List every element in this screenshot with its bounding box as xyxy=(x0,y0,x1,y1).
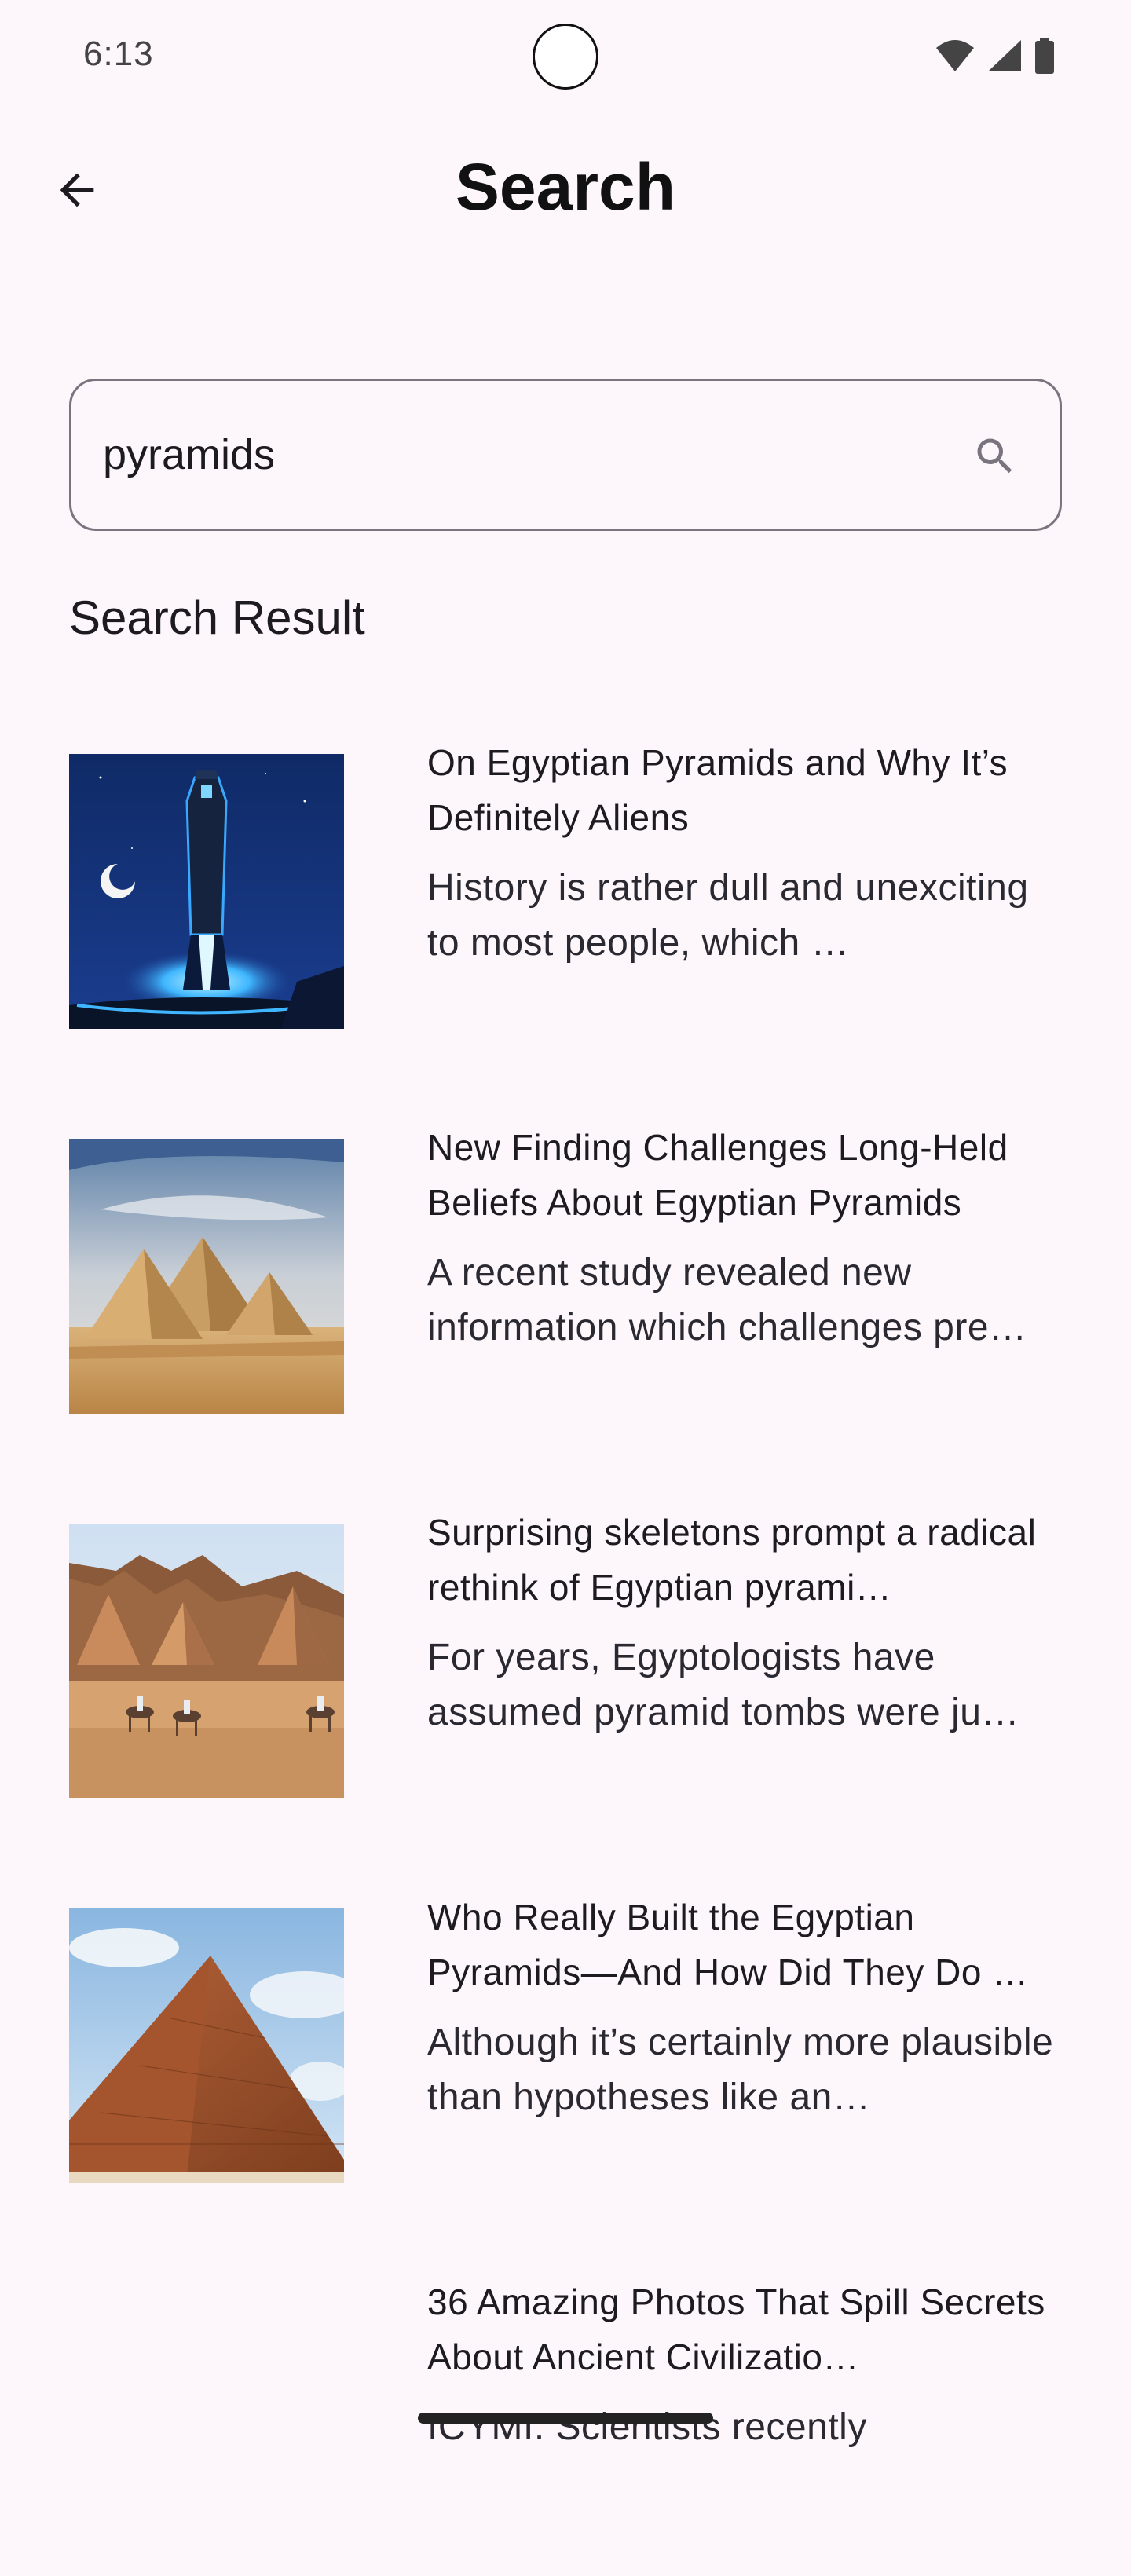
cellular-signal-icon xyxy=(988,40,1021,71)
camera-cutout xyxy=(533,24,598,90)
battery-icon xyxy=(1035,38,1054,74)
result-thumbnail xyxy=(69,1139,344,1414)
result-title: Who Really Built the Egyptian Pyramids—A… xyxy=(427,1897,1029,1992)
result-description: For years, Egyptologists have assumed py… xyxy=(427,1637,1019,1733)
result-thumbnail xyxy=(69,1524,344,1798)
obelisk-illustration xyxy=(69,754,344,1029)
giza-pyramids-image xyxy=(69,1139,344,1414)
meroe-pyramids-image xyxy=(69,1524,344,1798)
list-item[interactable]: On Egyptian Pyramids and Why It’s Defini… xyxy=(0,742,1131,1037)
result-description: Although it’s certainly more plausible t… xyxy=(427,2022,1054,2118)
status-bar: 6:13 xyxy=(0,0,1131,110)
result-title: Surprising skeletons prompt a radical re… xyxy=(427,1512,1037,1608)
search-field[interactable] xyxy=(69,379,1062,531)
list-item[interactable]: Who Really Built the Egyptian Pyramids—A… xyxy=(0,1897,1131,2191)
search-icon[interactable] xyxy=(972,433,1019,480)
result-title: New Finding Challenges Long-Held Beliefs… xyxy=(427,1127,1008,1223)
list-item[interactable]: Surprising skeletons prompt a radical re… xyxy=(0,1512,1131,1806)
home-indicator[interactable] xyxy=(418,2413,713,2424)
result-title: On Egyptian Pyramids and Why It’s Defini… xyxy=(427,742,1008,838)
app-bar: Search xyxy=(0,126,1131,251)
result-thumbnail xyxy=(69,2293,344,2568)
result-description: A recent study revealed new information … xyxy=(427,1252,1027,1348)
wifi-icon xyxy=(936,40,974,71)
result-title: 36 Amazing Photos That Spill Secrets Abo… xyxy=(427,2281,1045,2377)
list-item[interactable]: 36 Amazing Photos That Spill Secrets Abo… xyxy=(0,2281,1131,2576)
search-result-heading: Search Result xyxy=(69,591,365,644)
search-input[interactable] xyxy=(103,381,935,529)
status-time: 6:13 xyxy=(83,35,154,73)
result-thumbnail xyxy=(69,1908,344,2183)
list-item[interactable]: New Finding Challenges Long-Held Beliefs… xyxy=(0,1127,1131,1422)
result-thumbnail xyxy=(69,754,344,1029)
great-pyramid-image xyxy=(69,1908,344,2183)
page-title: Search xyxy=(455,150,676,224)
status-icons xyxy=(935,38,1056,74)
result-description: History is rather dull and unexciting to… xyxy=(427,867,1029,964)
